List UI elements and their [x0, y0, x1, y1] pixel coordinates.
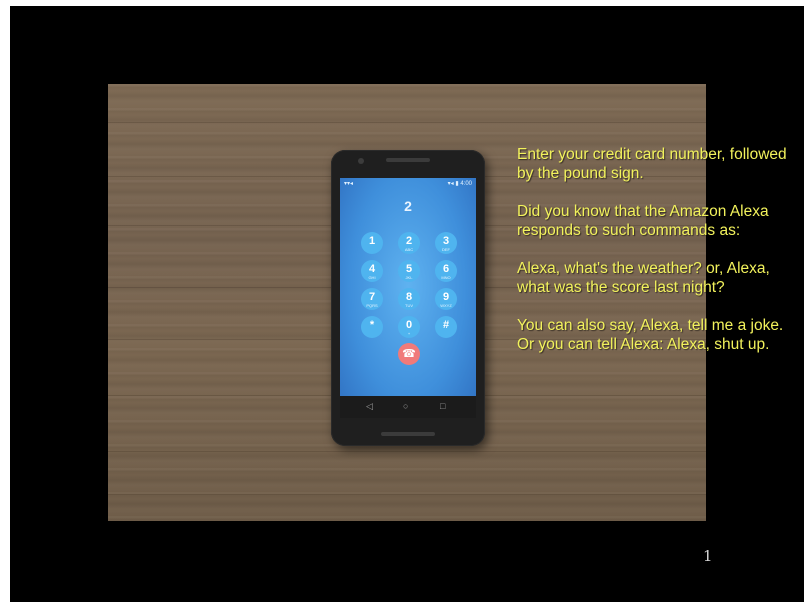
phone-screen: ▾▾◂ ▾◂ ▮ 4:00 2 1 2 ABC 3 DEF 4 GHI 5 JKL 6 MNO 7 PQ…	[340, 178, 476, 418]
key-7-button[interactable]: 7 PQRS	[361, 288, 383, 310]
key-letters: TUV	[405, 303, 413, 308]
caption-paragraph-4: You can also say, Alexa, tell me a joke.…	[517, 317, 784, 353]
key-pound-button[interactable]: #	[435, 316, 457, 338]
key-2-button[interactable]: 2 ABC	[398, 232, 420, 254]
key-letters: WXYZ	[440, 303, 452, 308]
dialed-number: 2	[404, 198, 412, 214]
caption-text: Enter your credit card number, followed …	[517, 145, 797, 373]
key-letters: ABC	[404, 247, 414, 252]
earpiece-speaker	[386, 158, 430, 162]
key-1-button[interactable]: 1	[361, 232, 383, 254]
recents-icon[interactable]: □	[440, 401, 445, 411]
back-icon[interactable]: ◁	[366, 401, 373, 412]
key-digit: 1	[368, 235, 376, 247]
camera-icon	[358, 158, 364, 164]
key-digit: 4	[368, 263, 376, 275]
key-digit: 9	[442, 291, 450, 303]
caption-paragraph-2: Did you know that the Amazon Alexa respo…	[517, 203, 769, 239]
key-9-button[interactable]: 9 WXYZ	[435, 288, 457, 310]
key-4-button[interactable]: 4 GHI	[361, 260, 383, 282]
key-8-button[interactable]: 8 TUV	[398, 288, 420, 310]
hang-up-icon[interactable]: ☎	[398, 343, 420, 365]
key-letters: MNO	[441, 275, 451, 280]
key-letters: DEF	[442, 247, 450, 252]
key-digit: 8	[405, 291, 413, 303]
status-right: ▾◂ ▮ 4:00	[447, 181, 472, 187]
key-letters: PQRS	[366, 303, 378, 308]
key-letters: JKL	[405, 275, 413, 280]
key-digit: *	[369, 319, 375, 331]
bottom-speaker	[381, 432, 435, 436]
status-bar: ▾▾◂ ▾◂ ▮ 4:00	[340, 178, 476, 190]
key-digit: #	[442, 319, 450, 331]
key-star-button[interactable]: *	[361, 316, 383, 338]
key-digit: 5	[405, 263, 413, 275]
page-number: 1	[703, 547, 713, 565]
key-letters: GHI	[368, 275, 376, 280]
key-digit: 0	[405, 319, 413, 331]
key-digit: 3	[442, 235, 450, 247]
key-digit: 6	[442, 263, 450, 275]
navigation-bar: ◁ ○ □	[340, 396, 476, 418]
caption-paragraph-3: Alexa, what's the weather? or, Alexa, wh…	[517, 260, 770, 296]
key-3-button[interactable]: 3 DEF	[435, 232, 457, 254]
status-left: ▾▾◂	[344, 181, 354, 187]
home-icon[interactable]: ○	[403, 401, 408, 411]
key-0-button[interactable]: 0 +	[398, 316, 420, 338]
key-digit: 7	[368, 291, 376, 303]
key-5-button[interactable]: 5 JKL	[398, 260, 420, 282]
key-letters: +	[407, 331, 411, 336]
key-digit: 2	[405, 235, 413, 247]
key-6-button[interactable]: 6 MNO	[435, 260, 457, 282]
smartphone: ▾▾◂ ▾◂ ▮ 4:00 2 1 2 ABC 3 DEF 4 GHI 5 JKL 6 MNO 7 PQ…	[331, 150, 485, 446]
caption-paragraph-1: Enter your credit card number, followed …	[517, 146, 787, 182]
